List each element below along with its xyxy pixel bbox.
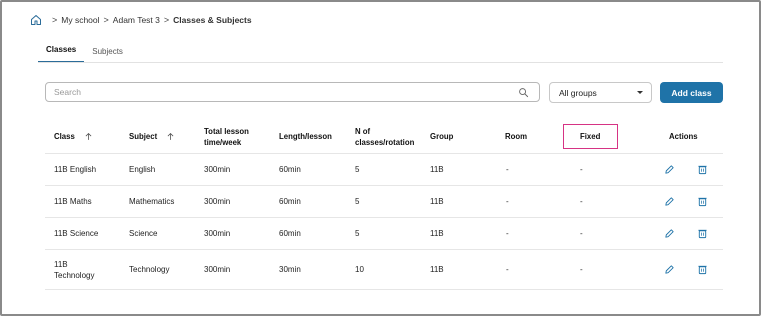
cell-length: 60min <box>279 197 301 206</box>
search-box <box>45 82 540 102</box>
cell-nclasses: 5 <box>355 229 360 238</box>
row-actions <box>664 154 708 185</box>
column-header-class[interactable]: Class <box>54 120 124 153</box>
cell-length: 60min <box>279 165 301 174</box>
column-header-class-label: Class <box>54 132 75 141</box>
breadcrumb-separator: > <box>52 15 58 25</box>
cell-fixed: - <box>580 265 583 274</box>
cell-group: 11B <box>430 229 444 238</box>
chevron-down-icon <box>637 91 643 94</box>
cell-room: - <box>506 197 509 206</box>
cell-nclasses: 5 <box>355 197 360 206</box>
breadcrumb-separator: > <box>103 15 109 25</box>
search-icon[interactable] <box>518 87 529 98</box>
cell-class: 11B Maths <box>54 197 92 206</box>
cell-room: - <box>506 265 509 274</box>
cell-group: 11B <box>430 265 444 274</box>
row-actions <box>664 186 708 217</box>
tabs: Classes Subjects <box>38 45 131 63</box>
header-text: time/week <box>204 137 242 147</box>
cell-total: 300min <box>204 229 231 238</box>
header-text: Total lesson <box>204 126 249 136</box>
cell-total: 300min <box>204 197 231 206</box>
cell-fixed: - <box>580 197 583 206</box>
add-class-button[interactable]: Add class <box>660 82 723 103</box>
group-select[interactable]: All groups <box>549 82 652 103</box>
breadcrumb-current: Classes & Subjects <box>173 15 252 25</box>
header-text: N of <box>355 126 371 136</box>
breadcrumb-separator: > <box>163 15 170 25</box>
cell-subject: Science <box>129 229 158 238</box>
row-actions <box>664 218 708 249</box>
cell-class: 11B Technology <box>54 250 124 289</box>
table-row: 11B Science Science 300min 60min 5 11B -… <box>45 218 723 250</box>
table-header-row: Class Subject Total lesson time/week Leng… <box>45 120 723 154</box>
cell-room: - <box>506 165 509 174</box>
arrow-up-icon[interactable] <box>166 132 175 141</box>
tab-subjects[interactable]: Subjects <box>84 47 131 63</box>
column-header-subject-label: Subject <box>129 132 158 141</box>
header-text: classes/rotation <box>355 137 415 147</box>
cell-subject: English <box>129 165 156 174</box>
tabs-divider <box>38 62 723 63</box>
column-header-fixed: Fixed <box>580 132 601 141</box>
cell-group: 11B <box>430 165 444 174</box>
cell-fixed: - <box>580 229 583 238</box>
group-select-value: All groups <box>559 87 597 98</box>
column-header-actions: Actions <box>669 132 698 141</box>
column-header-group: Group <box>430 132 454 141</box>
breadcrumb-item-my-school[interactable]: My school <box>61 15 99 25</box>
pencil-icon[interactable] <box>664 228 675 239</box>
cell-length: 60min <box>279 229 301 238</box>
cell-class: 11B English <box>54 165 97 174</box>
cell-total: 300min <box>204 165 231 174</box>
cell-subject: Technology <box>129 265 170 274</box>
row-actions <box>664 250 708 289</box>
cell-subject: Mathematics <box>129 197 175 206</box>
cell-class: 11B Science <box>54 229 99 238</box>
cell-group: 11B <box>430 197 444 206</box>
classes-table: Class Subject Total lesson time/week Leng… <box>45 120 723 290</box>
column-header-total-lesson-time: Total lesson time/week <box>204 120 276 153</box>
pencil-icon[interactable] <box>664 264 675 275</box>
trash-icon[interactable] <box>697 164 708 175</box>
cell-fixed: - <box>580 165 583 174</box>
trash-icon[interactable] <box>697 264 708 275</box>
table-row: 11B Technology Technology 300min 30min 10… <box>45 250 723 290</box>
tab-classes[interactable]: Classes <box>38 45 85 63</box>
breadcrumb-item-adam-test[interactable]: Adam Test 3 <box>113 15 160 25</box>
home-icon[interactable] <box>30 14 42 26</box>
column-header-room: Room <box>505 132 528 141</box>
trash-icon[interactable] <box>697 228 708 239</box>
breadcrumb: > My school > Adam Test 3 > Classes & Su… <box>30 14 252 26</box>
cell-room: - <box>506 229 509 238</box>
column-header-subject[interactable]: Subject <box>129 120 201 153</box>
cell-class-line: Technology <box>54 270 95 280</box>
column-header-n-classes: N of classes/rotation <box>355 120 427 153</box>
search-input[interactable] <box>46 86 516 98</box>
table-row: 11B English English 300min 60min 5 11B -… <box>45 154 723 186</box>
arrow-up-icon[interactable] <box>84 132 93 141</box>
column-header-length-lesson: Length/lesson <box>279 132 332 141</box>
cell-class-line: 11B <box>54 259 68 269</box>
table-row: 11B Maths Mathematics 300min 60min 5 11B… <box>45 186 723 218</box>
cell-length: 30min <box>279 265 301 274</box>
cell-nclasses: 10 <box>355 265 364 274</box>
trash-icon[interactable] <box>697 196 708 207</box>
cell-nclasses: 5 <box>355 165 360 174</box>
pencil-icon[interactable] <box>664 196 675 207</box>
cell-total: 300min <box>204 265 231 274</box>
pencil-icon[interactable] <box>664 164 675 175</box>
